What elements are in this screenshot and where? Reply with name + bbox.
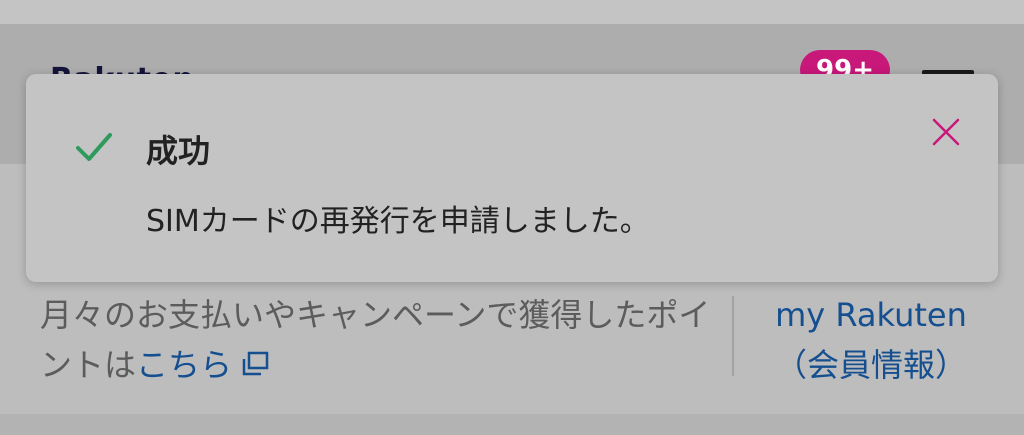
toast-message: SIMカードの再発行を申請しました。 — [146, 204, 650, 239]
external-link-icon — [240, 342, 270, 392]
my-rakuten-title: my Rakuten — [775, 296, 967, 334]
column-divider — [732, 296, 734, 376]
check-icon — [74, 130, 114, 168]
my-rakuten-subtitle: （会員情報） — [774, 346, 967, 384]
points-link[interactable]: こちら — [136, 346, 270, 384]
my-rakuten-link[interactable]: my Rakuten （会員情報） — [746, 290, 996, 390]
success-toast: 成功 SIMカードの再発行を申請しました。 — [26, 74, 998, 282]
close-button[interactable] — [924, 110, 968, 154]
points-info: 月々のお支払いやキャンペーンで獲得したポイントはこちら — [40, 290, 720, 392]
points-link-label: こちら — [136, 346, 233, 384]
bottom-strip — [0, 414, 1024, 435]
close-icon — [932, 118, 960, 146]
status-strip — [0, 0, 1024, 24]
toast-title: 成功 — [146, 132, 211, 170]
